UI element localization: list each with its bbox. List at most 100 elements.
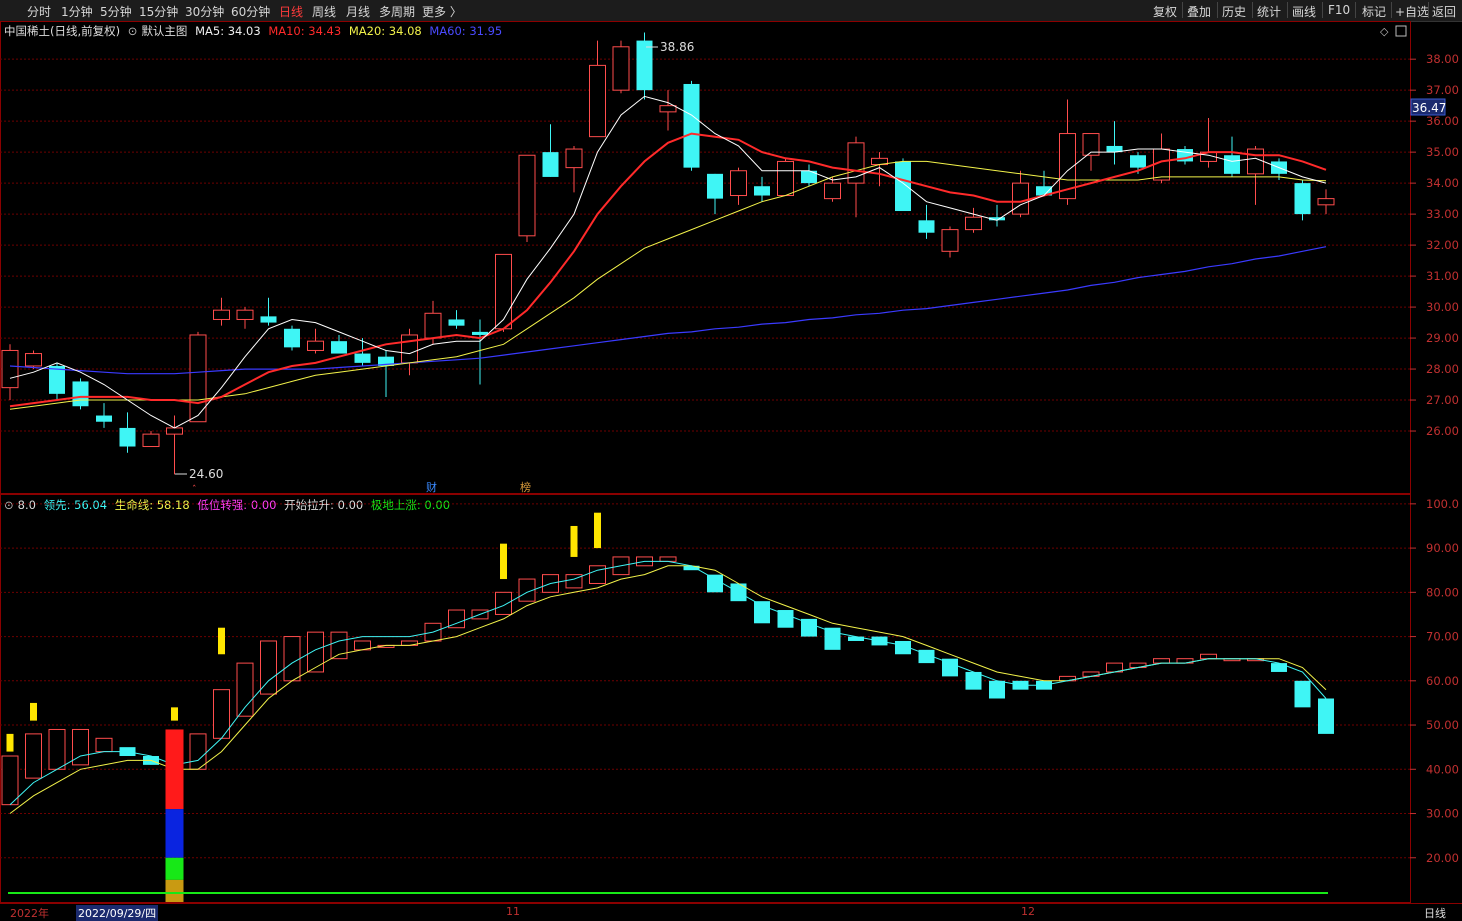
current-price-label: 36.47: [1412, 101, 1446, 115]
main-tick-label: 26.00: [1426, 424, 1459, 438]
low-marker-label: 24.60: [189, 467, 223, 481]
indicator-bar-up: [1200, 653, 1217, 660]
signal-stack-segment: [165, 729, 184, 810]
indicator-bar-up: [48, 728, 66, 770]
candle-body-down: [49, 365, 65, 394]
candle-body-up: [589, 64, 606, 138]
indicator-tick-label: 70.00: [1426, 630, 1459, 644]
indicator-tick-label: 90.00: [1426, 541, 1459, 555]
candle-body-down: [636, 40, 653, 91]
kline-chart[interactable]: 38.00 37.00 36.00 35.00 34.00 33.00 32.00 31.00…: [0, 0, 1462, 903]
panel-toggle-icon[interactable]: [1395, 25, 1407, 37]
candle-body-up: [236, 309, 254, 320]
indicator-axis-ticks: 100.0 90.00 80.00 70.00 60.00 50.00 40.00 30.00…: [1410, 497, 1459, 865]
candle-body-up: [1247, 148, 1264, 175]
finance-event-icon[interactable]: 财: [426, 480, 437, 494]
yellow-signal-bar: [218, 627, 225, 655]
indicator-gridlines: [0, 503, 1410, 859]
candle-body-up: [941, 229, 959, 252]
candle-body-up: [612, 46, 630, 91]
candle-body-up: [307, 340, 324, 351]
main-tick-label: 32.00: [1426, 238, 1459, 252]
ma5-line: [9, 95, 1327, 429]
life-line: [9, 565, 1327, 814]
candle-body-down: [707, 173, 723, 199]
indicator-bar-down: [989, 680, 1005, 699]
lead-line: [9, 560, 1327, 806]
indicator-bar-down: [1318, 698, 1334, 734]
month-nov-label: 11: [506, 905, 520, 918]
signal-stack-segment: [165, 809, 184, 858]
indicator-signals: [6, 512, 1328, 902]
candle-body-up: [213, 309, 230, 320]
candle-body-up: [518, 154, 536, 237]
candle-body-down: [260, 316, 277, 323]
yellow-signal-bar: [500, 543, 507, 580]
moving-average-lines: [9, 95, 1327, 429]
candle-body-down: [119, 427, 136, 447]
main-tick-label: 28.00: [1426, 362, 1459, 376]
candle-body-up: [401, 334, 418, 364]
indicator-tick-label: 60.00: [1426, 674, 1459, 688]
month-dec-label: 12: [1021, 905, 1035, 918]
main-tick-label: 38.00: [1426, 52, 1459, 66]
indicator-bar-up: [236, 662, 254, 717]
panel-frames: [0, 21, 1411, 903]
candle-body-down: [1224, 155, 1240, 174]
signal-stack-segment: [165, 857, 184, 880]
candle-body-up: [824, 182, 841, 200]
candle-body-down: [542, 152, 559, 177]
candle-body-up: [1317, 198, 1335, 206]
indicator-bar-up: [659, 556, 677, 562]
yellow-signal-bar: [594, 512, 601, 549]
candle-body-up: [495, 253, 512, 330]
time-axis: 2022年 2022/09/29/四 11 12 日线: [0, 903, 1462, 921]
candle-body-up: [25, 353, 42, 367]
indicator-bar-up: [589, 565, 606, 584]
candle-body-down: [918, 220, 935, 233]
signal-stack-segment: [165, 879, 184, 902]
candle-body-down: [1294, 183, 1311, 215]
candle-body-up: [142, 433, 160, 448]
indicator-bar-down: [754, 601, 770, 624]
candle-body-down: [1130, 155, 1146, 168]
indicator-bar-up: [283, 636, 301, 682]
candle-body-up: [1012, 182, 1029, 215]
candle-body-up: [1, 349, 19, 389]
main-tick-label: 34.00: [1426, 176, 1459, 190]
indicator-bar-up: [95, 737, 113, 753]
candle-body-up: [659, 105, 677, 113]
high-marker-label: 38.86: [660, 40, 694, 54]
candlesticks: [1, 32, 1335, 475]
yellow-signal-bar: [6, 733, 14, 752]
main-tick-label: 36.00: [1426, 114, 1459, 128]
ma60-line: [9, 246, 1327, 375]
high-marker: 38.86: [646, 40, 694, 54]
candle-body-down: [96, 415, 112, 422]
candle-body-up: [565, 148, 583, 169]
current-price-badge: 36.47: [1410, 98, 1446, 116]
candle-body-down: [754, 186, 770, 196]
main-panel-frame: [0, 21, 1411, 494]
yellow-signal-bar: [30, 702, 37, 721]
indicator-bar-down: [824, 627, 841, 650]
candle-body-up: [777, 160, 794, 197]
main-tick-label: 31.00: [1426, 269, 1459, 283]
candle-body-up: [424, 312, 442, 339]
indicator-tick-label: 50.00: [1426, 718, 1459, 732]
candle-body-down: [683, 83, 700, 168]
indicator-tick-label: 30.00: [1426, 807, 1459, 821]
candle-body-down: [895, 161, 911, 212]
main-tick-label: 37.00: [1426, 83, 1459, 97]
low-marker: 24.60: [175, 467, 223, 481]
main-tick-label: 33.00: [1426, 207, 1459, 221]
candle-body-up: [166, 427, 183, 435]
main-tick-label: 27.00: [1426, 393, 1459, 407]
yellow-signal-bar: [570, 525, 578, 557]
candle-body-down: [284, 328, 300, 348]
billboard-event-icon[interactable]: 榜: [520, 480, 531, 494]
diamond-icon[interactable]: ◇: [1380, 25, 1389, 38]
indicator-bar-up: [1153, 658, 1170, 664]
indicator-bar-up: [307, 631, 324, 673]
indicator-bar-down: [707, 574, 723, 593]
